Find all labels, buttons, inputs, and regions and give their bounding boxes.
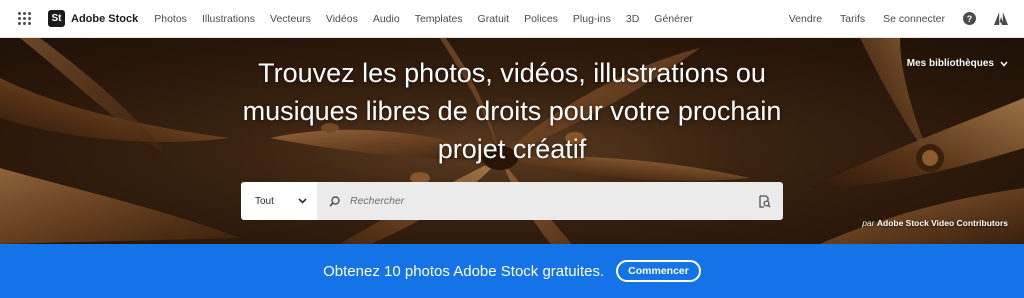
image-credit: par Adobe Stock Video Contributors xyxy=(862,218,1008,228)
app-switcher-icon[interactable] xyxy=(18,11,32,26)
brand-logo[interactable]: St Adobe Stock xyxy=(48,10,138,27)
nav-item-fonts[interactable]: Polices xyxy=(524,13,558,25)
adobe-logo-icon[interactable] xyxy=(994,12,1008,25)
account-links: Vendre Tarifs Se connecter ? xyxy=(789,12,1008,25)
start-button[interactable]: Commencer xyxy=(616,260,701,282)
help-icon[interactable]: ? xyxy=(963,12,976,25)
sell-link[interactable]: Vendre xyxy=(789,13,822,25)
sign-in-link[interactable]: Se connecter xyxy=(883,13,945,25)
search-field xyxy=(317,182,783,220)
nav-item-generate[interactable]: Générer xyxy=(654,13,693,25)
chevron-down-icon xyxy=(298,198,307,204)
promo-banner: Obtenez 10 photos Adobe Stock gratuites.… xyxy=(0,244,1024,298)
search-bar: Tout xyxy=(241,182,783,220)
nav-item-3d[interactable]: 3D xyxy=(626,13,639,25)
my-libraries-label: Mes bibliothèques xyxy=(906,58,994,69)
nav-item-templates[interactable]: Templates xyxy=(415,13,463,25)
hero-headline: Trouvez les photos, vidéos, illustration… xyxy=(242,58,782,164)
my-libraries-button[interactable]: Mes bibliothèques xyxy=(907,58,1008,69)
adobe-stock-badge: St xyxy=(48,10,65,27)
category-menu: Photos Illustrations Vecteurs Vidéos Aud… xyxy=(154,13,693,25)
nav-item-photos[interactable]: Photos xyxy=(154,13,187,25)
promo-text: Obtenez 10 photos Adobe Stock gratuites. xyxy=(323,262,605,280)
top-navigation: St Adobe Stock Photos Illustrations Vect… xyxy=(0,0,1024,38)
hero-banner: Trouvez les photos, vidéos, illustration… xyxy=(0,38,1024,244)
search-input[interactable] xyxy=(350,195,758,207)
visual-search-icon[interactable] xyxy=(758,194,771,208)
nav-item-videos[interactable]: Vidéos xyxy=(326,13,358,25)
nav-item-illustrations[interactable]: Illustrations xyxy=(202,13,255,25)
search-icon xyxy=(329,195,340,207)
pricing-link[interactable]: Tarifs xyxy=(840,13,865,25)
nav-item-vectors[interactable]: Vecteurs xyxy=(270,13,311,25)
credit-author[interactable]: Adobe Stock Video Contributors xyxy=(877,218,1008,228)
nav-item-plugins[interactable]: Plug-ins xyxy=(573,13,611,25)
nav-item-audio[interactable]: Audio xyxy=(373,13,400,25)
search-scope-dropdown[interactable]: Tout xyxy=(241,182,317,220)
credit-prefix: par xyxy=(862,218,875,228)
nav-item-free[interactable]: Gratuit xyxy=(478,13,510,25)
chevron-down-icon xyxy=(1000,61,1008,67)
search-scope-value: Tout xyxy=(255,195,274,207)
brand-name: Adobe Stock xyxy=(71,12,139,25)
